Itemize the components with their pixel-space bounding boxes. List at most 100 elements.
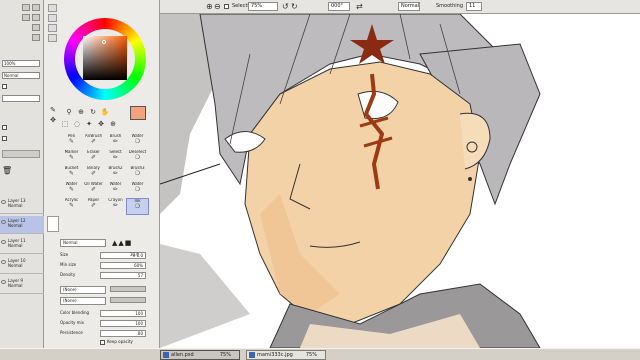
color-wheel-toggle[interactable] bbox=[48, 4, 57, 12]
rgb-slider-toggle[interactable] bbox=[48, 14, 57, 22]
trash-icon[interactable]: 🗑 bbox=[2, 166, 12, 175]
document-zoom: 75% bbox=[305, 352, 317, 358]
brush-icon: ❍ bbox=[134, 170, 141, 177]
lasso-icon[interactable]: ◌ bbox=[72, 120, 82, 129]
brush-icon: ✎ bbox=[68, 202, 75, 209]
brush-tool[interactable]: Marker ✎ bbox=[60, 150, 83, 167]
zoom-icon[interactable]: ⊕ bbox=[76, 108, 86, 117]
brush-tool[interactable]: Oil Water ✐ bbox=[82, 182, 105, 199]
nav-button[interactable] bbox=[32, 24, 40, 31]
scratchpad-toggle[interactable] bbox=[48, 34, 57, 42]
brush-tool[interactable]: Pen ✎ bbox=[60, 134, 83, 151]
persistence-value[interactable]: 80 bbox=[100, 330, 146, 337]
nav-button[interactable] bbox=[32, 34, 40, 41]
brush-shape-icons[interactable]: ▲▲■ bbox=[112, 239, 146, 247]
zoom-field[interactable]: 75% bbox=[248, 2, 278, 11]
opacity-mix-value[interactable]: 100 bbox=[100, 320, 146, 327]
brush-tool[interactable]: Crayon ✏ bbox=[104, 198, 127, 215]
brush-tool[interactable]: Brush2 ✏ bbox=[104, 166, 127, 183]
eye-icon[interactable] bbox=[1, 200, 6, 204]
layer-item[interactable]: Layer 11 Normal bbox=[0, 236, 44, 254]
eyedropper-icon[interactable]: ⚲ bbox=[64, 108, 74, 117]
brush-tool[interactable]: Paper ✐ bbox=[82, 198, 105, 215]
tool-panel: ✎ ✥ ⚲ ⊕ ↻ ✋ ⬚ ◌ ✦ ✥ ⊕ Pen ✎ AirBrush ✐ Brush… bbox=[44, 0, 160, 348]
move-icon[interactable]: ✥ bbox=[48, 116, 58, 125]
param-value[interactable]: 60% bbox=[100, 262, 146, 269]
selection-icon[interactable]: ⬚ bbox=[60, 120, 70, 129]
pen-icon[interactable]: ✎ bbox=[48, 106, 58, 115]
param-label: Min size bbox=[60, 262, 77, 267]
lock-checkbox[interactable] bbox=[2, 136, 7, 141]
nav-button[interactable] bbox=[22, 4, 30, 11]
rotate-left-icon[interactable]: ↺ bbox=[282, 0, 289, 13]
hsv-slider-toggle[interactable] bbox=[48, 24, 57, 32]
layer-item[interactable]: Layer 12 Normal bbox=[0, 216, 44, 234]
opacity-mix-label: Opacity mix bbox=[60, 320, 85, 325]
zoom-tool-icon[interactable]: ⊕ bbox=[108, 120, 118, 129]
brush-tool[interactable]: Water ❍ bbox=[126, 182, 149, 199]
eye-icon[interactable] bbox=[1, 220, 6, 224]
layer-item[interactable]: Layer 9 Normal bbox=[0, 276, 44, 294]
selection-checkbox[interactable] bbox=[224, 4, 229, 9]
eye-icon[interactable] bbox=[1, 240, 6, 244]
brush-tool[interactable]: Ink ❍ bbox=[126, 198, 149, 215]
nav-button[interactable] bbox=[22, 14, 30, 21]
rotation-field[interactable]: 000° bbox=[328, 2, 350, 11]
brush-tool[interactable]: Water ❍ bbox=[126, 134, 149, 151]
brush-tool[interactable]: Eraser ✐ bbox=[82, 150, 105, 167]
brush-shape-dropdown[interactable]: (None) bbox=[60, 297, 106, 305]
magic-wand-icon[interactable]: ✦ bbox=[84, 120, 94, 129]
param-label: Size bbox=[60, 252, 69, 257]
brush-tool[interactable]: Bucket ✎ bbox=[60, 166, 83, 183]
rotate-icon[interactable]: ↻ bbox=[88, 108, 98, 117]
smoothing-field[interactable]: 11 bbox=[466, 2, 482, 11]
brush-tool[interactable]: Acrylic ✎ bbox=[60, 198, 83, 215]
zoom-in-icon[interactable]: ⊕ bbox=[206, 0, 213, 13]
layer-item[interactable]: Layer 10 Normal bbox=[0, 256, 44, 274]
eye-icon[interactable] bbox=[1, 260, 6, 264]
param-value[interactable]: x 1.0 bbox=[100, 252, 146, 259]
brush-icon: ✏ bbox=[112, 202, 119, 209]
blending-value[interactable]: 100 bbox=[100, 310, 146, 317]
drawing-canvas[interactable] bbox=[160, 14, 640, 348]
shape-strength-bar[interactable] bbox=[110, 297, 146, 303]
brush-icon: ✏ bbox=[112, 138, 119, 145]
earring-stud bbox=[468, 177, 472, 181]
brush-tool[interactable]: AirBrush ✐ bbox=[82, 134, 105, 151]
canvas-blend-mode[interactable]: Normal bbox=[398, 2, 420, 11]
param-value[interactable]: 57 bbox=[100, 272, 146, 279]
brush-blend-dropdown[interactable]: Normal bbox=[60, 239, 106, 247]
document-tab[interactable]: allen.psd 75% bbox=[160, 350, 240, 360]
document-icon bbox=[249, 352, 255, 358]
layer-blend-mode[interactable]: Normal bbox=[2, 72, 40, 79]
brush-tool[interactable]: Brush3 ❍ bbox=[126, 166, 149, 183]
brush-tool[interactable]: Deselect ❍ bbox=[126, 150, 149, 167]
document-tab[interactable]: mami333c.jpg 75% bbox=[246, 350, 326, 360]
eye-icon[interactable] bbox=[1, 280, 6, 284]
brush-tool[interactable]: Water ✎ bbox=[60, 182, 83, 199]
zoom-out-icon[interactable]: ⊖ bbox=[214, 0, 221, 13]
layer-mask-field[interactable] bbox=[2, 95, 40, 102]
current-color-swatch[interactable] bbox=[130, 106, 146, 120]
nav-button[interactable] bbox=[32, 14, 40, 21]
rotate-right-icon[interactable]: ↻ bbox=[291, 0, 298, 13]
brush-tool[interactable]: Water ✏ bbox=[104, 182, 127, 199]
brush-tool[interactable]: Brush ✏ bbox=[104, 134, 127, 151]
texture-strength-bar[interactable] bbox=[110, 286, 146, 292]
flip-icon[interactable]: ⇄ bbox=[356, 0, 363, 13]
hand-icon[interactable]: ✋ bbox=[100, 108, 110, 117]
layer-item[interactable]: Layer 13 Normal bbox=[0, 196, 44, 214]
layer-mode: Normal bbox=[8, 223, 23, 228]
brush-texture-dropdown[interactable]: (None) bbox=[60, 286, 106, 294]
move-tool-icon[interactable]: ✥ bbox=[96, 120, 106, 129]
brush-icon: ✏ bbox=[112, 154, 119, 161]
layer-opacity-field[interactable]: 100% bbox=[2, 60, 40, 67]
nav-button[interactable] bbox=[32, 4, 40, 11]
param-extra: 30.0 bbox=[130, 252, 139, 257]
brush-tool[interactable]: Binary ✐ bbox=[82, 166, 105, 183]
shape-preview bbox=[47, 216, 59, 232]
clipping-checkbox[interactable] bbox=[2, 125, 7, 130]
brush-tool[interactable]: Select ✏ bbox=[104, 150, 127, 167]
keep-opacity-checkbox[interactable] bbox=[100, 340, 105, 345]
protect-alpha-checkbox[interactable] bbox=[2, 84, 7, 89]
